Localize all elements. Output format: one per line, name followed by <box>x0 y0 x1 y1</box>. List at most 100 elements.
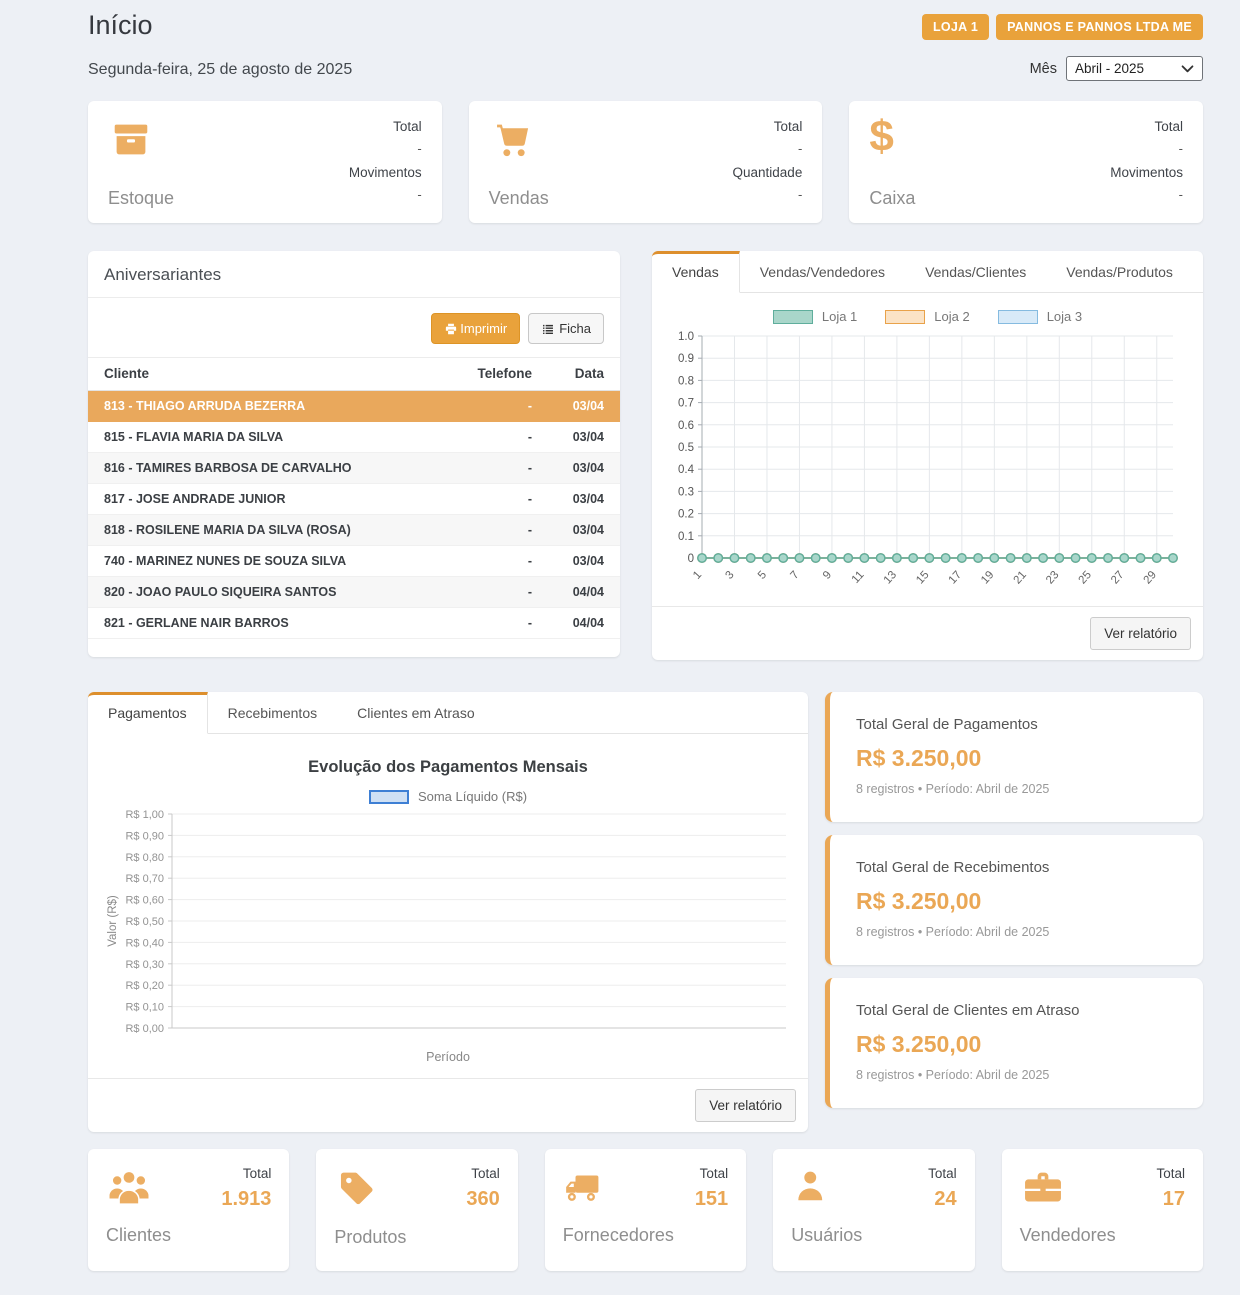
sales-panel-footer: Ver relatório <box>652 606 1203 660</box>
stat-total-label: Total <box>695 1166 728 1181</box>
footer-cards-row: Clientes Total 1.913 Produtos Total 360 <box>88 1149 1203 1271</box>
cell-telefone[interactable]: - <box>456 608 548 639</box>
stat-right: Total 360 <box>466 1166 499 1254</box>
stat-value: - <box>1110 187 1183 202</box>
svg-text:R$ 0,30: R$ 0,30 <box>125 959 164 971</box>
month-select[interactable]: Abril - 2025 <box>1066 56 1203 81</box>
cell-cliente[interactable]: 817 - JOSE ANDRADE JUNIOR <box>88 484 456 515</box>
svg-text:1.0: 1.0 <box>678 331 694 343</box>
total-card-meta: 8 registros • Período: Abril de 2025 <box>856 1068 1177 1082</box>
cell-data[interactable]: 03/04 <box>548 453 620 484</box>
payments-panel-footer: Ver relatório <box>88 1078 808 1132</box>
box-icon <box>108 117 174 168</box>
tab-clientes-em-atraso[interactable]: Clientes em Atraso <box>337 692 495 733</box>
cell-data[interactable]: 04/04 <box>548 608 620 639</box>
summary-left: Estoque <box>108 117 174 209</box>
cell-telefone[interactable]: - <box>456 484 548 515</box>
tab-pagamentos[interactable]: Pagamentos <box>88 692 208 734</box>
svg-text:11: 11 <box>850 569 867 586</box>
stat-value: 360 <box>466 1188 499 1211</box>
header-left: Início Segunda-feira, 25 de agosto de 20… <box>88 6 352 79</box>
table-row[interactable]: 817 - JOSE ANDRADE JUNIOR - 03/04 <box>88 484 620 515</box>
cell-telefone[interactable]: - <box>456 577 548 608</box>
total-card-clientes-atraso: Total Geral de Clientes em Atraso R$ 3.2… <box>825 978 1203 1108</box>
stat-key: Total <box>733 119 803 134</box>
cell-telefone[interactable]: - <box>456 453 548 484</box>
payments-panel: Pagamentos Recebimentos Clientes em Atra… <box>88 692 808 1132</box>
company-badge[interactable]: PANNOS E PANNOS LTDA ME <box>996 14 1203 40</box>
svg-text:R$ 0,50: R$ 0,50 <box>125 916 164 928</box>
legend-swatch <box>369 790 409 804</box>
table-row[interactable]: 740 - MARINEZ NUNES DE SOUZA SILVA - 03/… <box>88 546 620 577</box>
table-row[interactable]: 820 - JOAO PAULO SIQUEIRA SANTOS - 04/04 <box>88 577 620 608</box>
cell-telefone[interactable]: - <box>456 546 548 577</box>
svg-text:R$ 0,70: R$ 0,70 <box>125 873 164 885</box>
payments-xaxis-label: Período <box>100 1046 796 1074</box>
month-filter: Mês Abril - 2025 <box>1030 56 1203 81</box>
cell-telefone[interactable]: - <box>456 515 548 546</box>
tab-vendas-produtos[interactable]: Vendas/Produtos <box>1046 251 1193 292</box>
stat-card-usuarios[interactable]: Usuários Total 24 <box>773 1149 974 1271</box>
cell-telefone[interactable]: - <box>456 391 548 422</box>
tab-recebimentos[interactable]: Recebimentos <box>208 692 338 733</box>
svg-text:27: 27 <box>1109 569 1126 587</box>
legend-label: Loja 3 <box>1047 309 1082 324</box>
cell-data[interactable]: 04/04 <box>548 577 620 608</box>
user-icon <box>791 1166 862 1213</box>
stat-left: Produtos <box>334 1166 406 1254</box>
table-row[interactable]: 818 - ROSILENE MARIA DA SILVA (ROSA) - 0… <box>88 515 620 546</box>
table-row[interactable]: 813 - THIAGO ARRUDA BEZERRA - 03/04 <box>88 391 620 422</box>
page-header: Início Segunda-feira, 25 de agosto de 20… <box>88 6 1203 81</box>
summary-left: $ Caixa <box>869 117 915 209</box>
stat-value: 151 <box>695 1188 728 1211</box>
cell-data[interactable]: 03/04 <box>548 484 620 515</box>
print-button[interactable]: Imprimir <box>431 313 520 344</box>
svg-text:0.7: 0.7 <box>678 398 694 410</box>
cell-data[interactable]: 03/04 <box>548 391 620 422</box>
payments-line-chart: R$ 1,00R$ 0,90R$ 0,80R$ 0,70R$ 0,60R$ 0,… <box>102 808 794 1046</box>
svg-text:15: 15 <box>914 569 931 587</box>
summary-card-vendas[interactable]: Vendas Total - Quantidade - <box>469 101 823 223</box>
stat-card-fornecedores[interactable]: Fornecedores Total 151 <box>545 1149 746 1271</box>
stat-card-vendedores[interactable]: Vendedores Total 17 <box>1002 1149 1203 1271</box>
table-row[interactable]: 816 - TAMIRES BARBOSA DE CARVALHO - 03/0… <box>88 453 620 484</box>
stat-value: - <box>1110 141 1183 156</box>
cell-data[interactable]: 03/04 <box>548 422 620 453</box>
store-badge[interactable]: LOJA 1 <box>922 14 989 40</box>
summary-stats: Total - Movimentos - <box>349 117 422 209</box>
svg-text:0.6: 0.6 <box>678 420 694 432</box>
sales-report-button[interactable]: Ver relatório <box>1090 617 1191 650</box>
summary-card-estoque[interactable]: Estoque Total - Movimentos - <box>88 101 442 223</box>
cell-cliente[interactable]: 815 - FLAVIA MARIA DA SILVA <box>88 422 456 453</box>
legend-swatch <box>773 310 813 324</box>
table-row[interactable]: 815 - FLAVIA MARIA DA SILVA - 03/04 <box>88 422 620 453</box>
stat-card-label: Vendedores <box>1020 1225 1116 1246</box>
payments-report-button[interactable]: Ver relatório <box>695 1089 796 1122</box>
cell-cliente[interactable]: 820 - JOAO PAULO SIQUEIRA SANTOS <box>88 577 456 608</box>
stat-key: Total <box>349 119 422 134</box>
cell-telefone[interactable]: - <box>456 422 548 453</box>
cell-cliente[interactable]: 818 - ROSILENE MARIA DA SILVA (ROSA) <box>88 515 456 546</box>
stat-card-clientes[interactable]: Clientes Total 1.913 <box>88 1149 289 1271</box>
summary-card-caixa[interactable]: $ Caixa Total - Movimentos - <box>849 101 1203 223</box>
svg-text:13: 13 <box>882 569 899 587</box>
cell-cliente[interactable]: 813 - THIAGO ARRUDA BEZERRA <box>88 391 456 422</box>
summary-left: Vendas <box>489 117 549 209</box>
svg-text:5: 5 <box>756 569 769 582</box>
chevron-down-icon <box>1179 60 1196 77</box>
table-row[interactable]: 821 - GERLANE NAIR BARROS - 04/04 <box>88 608 620 639</box>
cell-data[interactable]: 03/04 <box>548 515 620 546</box>
tab-vendas-vendedores[interactable]: Vendas/Vendedores <box>740 251 905 292</box>
cell-cliente[interactable]: 740 - MARINEZ NUNES DE SOUZA SILVA <box>88 546 456 577</box>
payments-chart-title: Evolução dos Pagamentos Mensais <box>100 742 796 781</box>
svg-text:0.3: 0.3 <box>678 486 694 498</box>
cell-cliente[interactable]: 816 - TAMIRES BARBOSA DE CARVALHO <box>88 453 456 484</box>
cell-cliente[interactable]: 821 - GERLANE NAIR BARROS <box>88 608 456 639</box>
tab-vendas-clientes[interactable]: Vendas/Clientes <box>905 251 1046 292</box>
cell-data[interactable]: 03/04 <box>548 546 620 577</box>
tab-vendas[interactable]: Vendas <box>652 251 740 293</box>
ficha-button[interactable]: Ficha <box>528 313 604 344</box>
svg-text:Valor (R$): Valor (R$) <box>107 895 119 947</box>
legend-item: Loja 1 <box>773 309 857 324</box>
stat-card-produtos[interactable]: Produtos Total 360 <box>316 1149 517 1271</box>
